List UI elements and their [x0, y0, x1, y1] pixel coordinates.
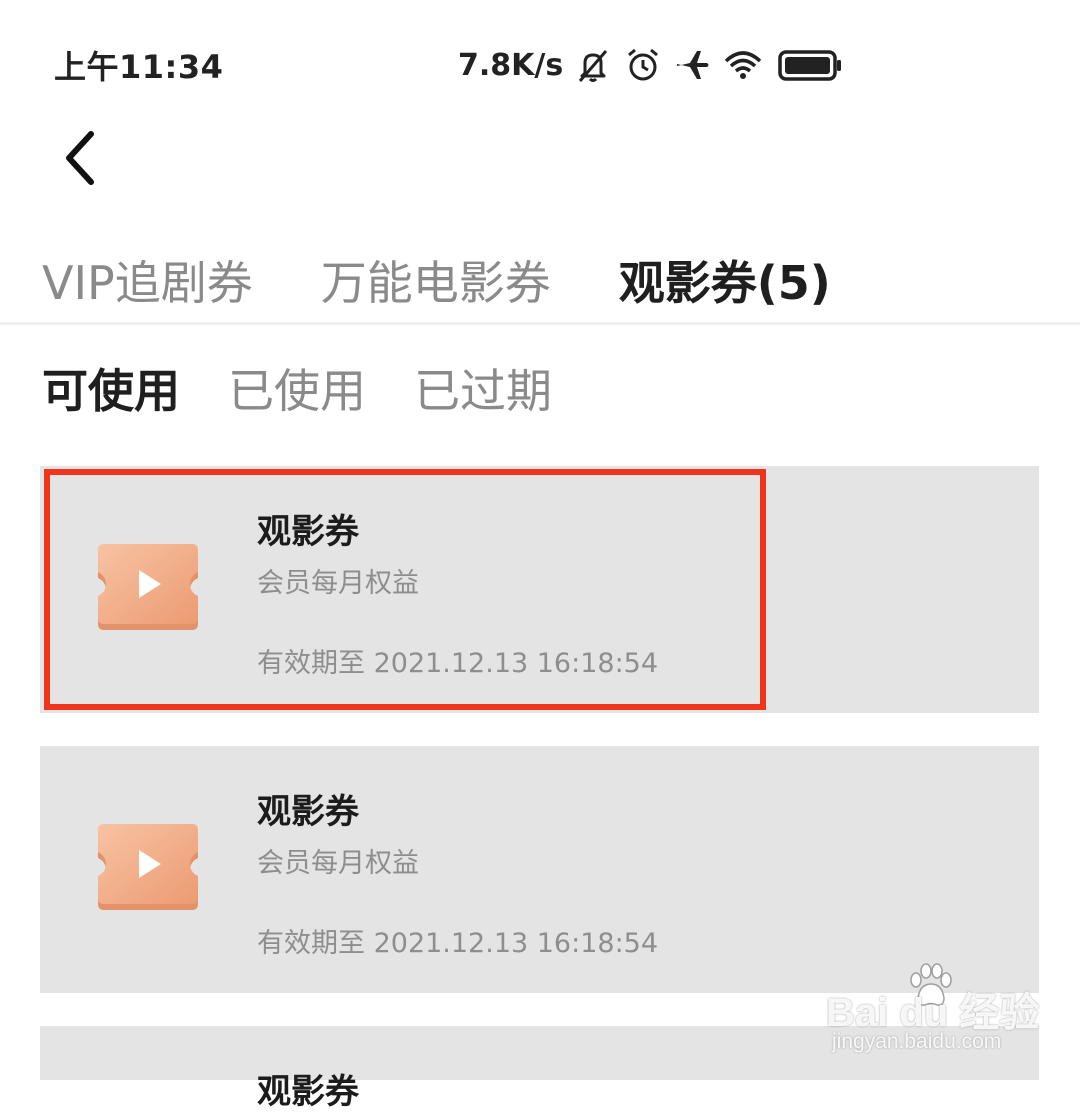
subtab-expired[interactable]: 已过期: [414, 355, 552, 421]
status-time: 上午11:34: [54, 48, 224, 86]
net-speed: 7.8K/s: [458, 47, 564, 83]
coupon-title: 观影券: [257, 512, 359, 552]
coupon-title: 观影券: [257, 792, 359, 832]
watermark-url: jingyan.baidu.com: [832, 1030, 1002, 1053]
coupon-subtitle: 会员每月权益: [257, 568, 419, 599]
ticket-play-icon: [92, 822, 204, 918]
coupon-validity: 有效期至 2021.12.13 16:18:54: [257, 928, 659, 959]
bell-off-icon: [571, 43, 615, 87]
coupon-card[interactable]: 观影券 会员每月权益 有效期至 2021.12.13 16:18:54: [40, 466, 1039, 713]
back-button[interactable]: [44, 118, 114, 198]
coupon-type-tabs: VIP追剧券 万能电影券 观影券(5): [42, 240, 899, 320]
subtab-used[interactable]: 已使用: [228, 355, 366, 421]
coupon-title: 观影券: [257, 1072, 359, 1112]
tabs-divider: [0, 322, 1080, 325]
chevron-left-icon: [66, 131, 94, 185]
coupon-card[interactable]: 观影券 会员每月权益 有效期至 2021.12.13 16:18:54: [40, 746, 1039, 993]
wifi-icon: [721, 43, 765, 87]
ticket-play-icon: [92, 542, 204, 638]
baidu-watermark: Bai du 经验 jingyan.baidu.com: [826, 962, 1039, 1062]
status-icons: 7.8K/s: [458, 40, 843, 90]
coupon-subtitle: 会员每月权益: [257, 848, 419, 879]
tab-vip-drama[interactable]: VIP追剧券: [42, 247, 253, 313]
tab-viewing-coupon[interactable]: 观影券(5): [619, 247, 831, 313]
status-tabs: 可使用 已使用 已过期: [42, 348, 600, 428]
alarm-icon: [621, 43, 665, 87]
coupon-validity: 有效期至 2021.12.13 16:18:54: [257, 648, 659, 679]
tab-universal-movie[interactable]: 万能电影券: [321, 247, 551, 313]
subtab-available[interactable]: 可使用: [42, 355, 180, 421]
battery-icon: [777, 43, 843, 87]
airplane-icon: [671, 43, 715, 87]
